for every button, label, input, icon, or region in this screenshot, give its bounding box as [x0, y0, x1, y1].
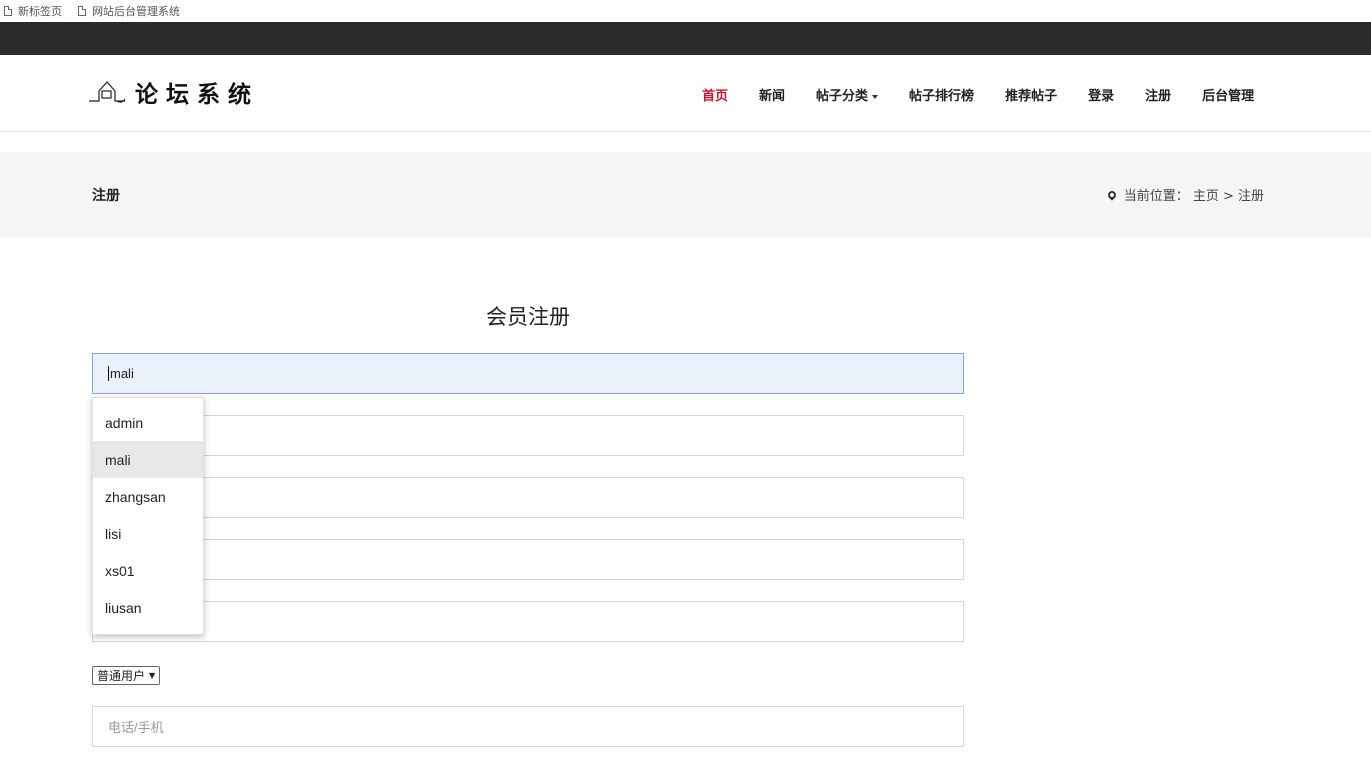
logo-text: 论坛系统	[135, 81, 259, 108]
nav-admin[interactable]: 后台管理	[1202, 85, 1254, 104]
phone-input[interactable]: 电话/手机	[92, 706, 964, 747]
form-input-3[interactable]	[92, 539, 964, 580]
role-select[interactable]: 普通用户 ▼	[92, 666, 161, 685]
bookmark-label: 新标签页	[18, 5, 62, 18]
main-nav: 首页 新闻 帖子分类 帖子排行榜 推荐帖子 登录 注册 后台管理	[702, 85, 1285, 104]
autocomplete-item[interactable]: liusan	[93, 589, 203, 626]
nav-login[interactable]: 登录	[1088, 85, 1114, 104]
autocomplete-item[interactable]: lisi	[93, 515, 203, 552]
dropdown-arrow-icon: ▼	[149, 671, 156, 680]
bookmark-new-tab[interactable]: 新标签页	[4, 3, 62, 19]
autocomplete-item[interactable]: mali	[93, 441, 203, 478]
form-input-4[interactable]	[92, 601, 964, 642]
autocomplete-dropdown: admin mali zhangsan lisi xs01 liusan	[92, 397, 204, 635]
nav-recommended-posts[interactable]: 推荐帖子	[1005, 85, 1057, 104]
nav-post-ranking[interactable]: 帖子排行榜	[909, 85, 974, 104]
page-title-bar: 注册 当前位置： 主页 > 注册	[0, 152, 1371, 237]
role-select-value: 普通用户	[97, 669, 146, 683]
username-value: mali	[110, 366, 134, 381]
username-input[interactable]: mali	[92, 353, 964, 394]
nav-post-categories[interactable]: 帖子分类	[816, 85, 879, 104]
autocomplete-item[interactable]: zhangsan	[93, 478, 203, 515]
nav-post-categories-label: 帖子分类	[816, 89, 869, 104]
site-logo[interactable]: 论坛系统	[87, 75, 259, 109]
chevron-down-icon	[872, 94, 879, 99]
autocomplete-item[interactable]: admin	[93, 404, 203, 441]
top-dark-bar	[0, 22, 1371, 55]
nav-home[interactable]: 首页	[702, 85, 728, 104]
nav-news[interactable]: 新闻	[759, 85, 785, 104]
house-logo-icon	[89, 81, 126, 103]
confirm-password-input[interactable]	[92, 477, 964, 518]
page-icon	[78, 6, 86, 16]
breadcrumb: 当前位置： 主页 > 注册	[1106, 185, 1264, 204]
bookmarks-bar: 新标签页 网站后台管理系统	[0, 0, 1371, 22]
autocomplete-item[interactable]: xs01	[93, 552, 203, 589]
bookmark-label: 网站后台管理系统	[92, 5, 180, 18]
page-title: 注册	[92, 188, 120, 204]
bookmark-admin-system[interactable]: 网站后台管理系统	[78, 3, 180, 19]
map-pin-icon	[1106, 188, 1118, 201]
password-input[interactable]	[92, 415, 964, 456]
nav-register[interactable]: 注册	[1145, 85, 1171, 104]
form-title: 会员注册	[486, 305, 570, 329]
text-cursor	[108, 366, 109, 381]
page-icon	[4, 6, 12, 16]
site-header: 论坛系统 首页 新闻 帖子分类 帖子排行榜 推荐帖子 登录 注册 后台管理	[0, 55, 1371, 132]
phone-placeholder: 电话/手机	[108, 720, 164, 735]
breadcrumb-text: 当前位置： 主页 > 注册	[1123, 189, 1264, 204]
